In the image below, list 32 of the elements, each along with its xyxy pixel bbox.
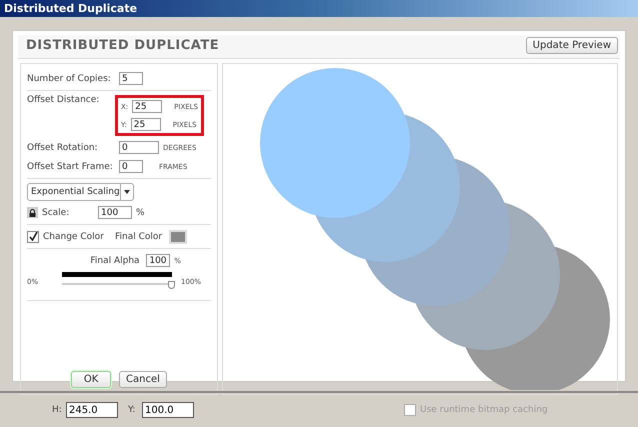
change-color-label: Change Color	[43, 232, 105, 242]
caret-icon	[124, 190, 130, 194]
color-swatch[interactable]	[169, 230, 187, 244]
ok-button[interactable]: OK	[71, 371, 112, 388]
copies-field[interactable]: 5	[119, 72, 143, 85]
offset-distance-label: Offset Distance:	[27, 95, 100, 105]
cancel-button[interactable]: Cancel	[119, 371, 167, 388]
offset-x-field[interactable]: 25	[132, 100, 162, 113]
window-title: Distributed Duplicate	[0, 0, 638, 17]
offset-start-frame-field[interactable]: 0	[119, 160, 143, 173]
final-color-label: Final Color	[115, 232, 161, 242]
scale-field[interactable]: 100	[98, 206, 132, 219]
dialog-heading: DISTRIBUTED DUPLICATE	[26, 38, 220, 53]
y-label: Y:	[128, 405, 136, 415]
final-alpha-field[interactable]: 100	[146, 254, 170, 267]
h-label: H:	[52, 405, 62, 415]
lock-icon[interactable]	[27, 207, 38, 218]
change-color-checkbox[interactable]	[27, 230, 39, 242]
percent-label: %	[136, 208, 146, 218]
bitmap-caching-label: Use runtime bitmap caching	[420, 405, 548, 415]
scaling-dropdown[interactable]: Exponential Scaling	[27, 183, 134, 201]
h-field[interactable]: 245.0	[66, 402, 118, 418]
offset-start-frame-label: Offset Start Frame:	[27, 162, 114, 172]
y-field[interactable]: 100.0	[142, 402, 194, 418]
scale-label: Scale:	[42, 208, 70, 218]
final-alpha-label: Final Alpha	[90, 256, 141, 266]
update-preview-button[interactable]: Update Preview	[526, 37, 618, 54]
offset-y-field[interactable]: 25	[130, 118, 161, 131]
offset-rotation-label: Offset Rotation:	[27, 142, 99, 152]
copies-label: Number of Copies:	[27, 74, 112, 84]
slider-thumb[interactable]	[168, 281, 175, 289]
offset-rotation-field[interactable]: 0	[119, 141, 159, 154]
